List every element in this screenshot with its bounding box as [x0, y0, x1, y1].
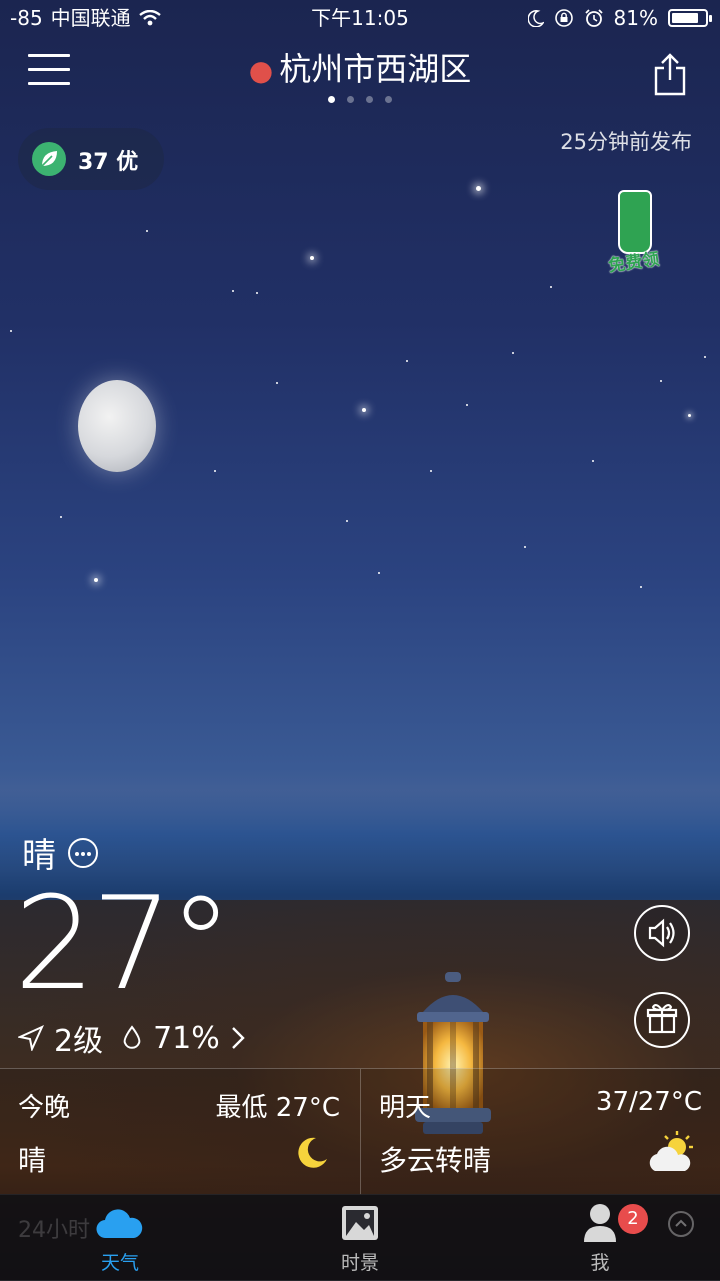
share-button[interactable]: [652, 52, 688, 96]
wind-direction-icon: [18, 1025, 44, 1051]
voice-broadcast-button[interactable]: [634, 905, 690, 961]
tab-weather[interactable]: 天气: [60, 1194, 180, 1280]
city-name: 杭州市西湖区: [279, 50, 472, 88]
promo-label: 免费领: [607, 249, 661, 277]
forecast-panel[interactable]: 今晚 最低 27°C 晴 明天 37/27°C 多云转晴: [0, 1068, 720, 1195]
location-title[interactable]: ● 杭州市西湖区: [0, 44, 720, 90]
comment-icon[interactable]: [68, 837, 98, 868]
orientation-lock-icon: [554, 9, 573, 27]
notification-badge: 2: [618, 1204, 648, 1234]
tonight-desc: 晴: [18, 1144, 47, 1177]
location-pin-icon: ●: [248, 54, 274, 87]
gift-button[interactable]: [634, 992, 690, 1048]
air-quality-badge[interactable]: 37 优: [18, 128, 164, 190]
humidity-drop-icon: [123, 1025, 141, 1049]
expand-up-button[interactable]: [668, 1211, 694, 1237]
user-icon: [584, 1204, 616, 1242]
moon: [78, 380, 156, 472]
promo-free-drink[interactable]: 免费领: [607, 182, 672, 282]
page-dot: [385, 96, 392, 103]
tab-scenery[interactable]: 时景: [300, 1194, 420, 1280]
tomorrow-temp: 37/27°C: [595, 1087, 702, 1117]
forecast-tonight[interactable]: 今晚 最低 27°C 晴: [0, 1069, 360, 1195]
tab-weather-label: 天气: [100, 1252, 139, 1274]
publish-time: 25分钟前发布: [560, 130, 692, 154]
chevron-right-icon: [231, 1027, 245, 1049]
leaf-icon: [32, 142, 66, 176]
moon-icon: [298, 1137, 327, 1168]
page-dot: [328, 96, 335, 103]
chevron-up-icon: [675, 1219, 687, 1227]
tab-me-label: 我: [590, 1252, 610, 1274]
wind-level: 2级: [54, 1024, 104, 1059]
partly-cloudy-icon: [649, 1131, 693, 1171]
wind-humidity-row[interactable]: 2级 71%: [18, 1016, 246, 1060]
speaker-icon: [648, 918, 675, 948]
battery-percent: 81%: [613, 6, 658, 30]
tab-scenery-label: 时景: [340, 1252, 379, 1274]
humidity-value: 71%: [153, 1020, 220, 1056]
page-dot: [366, 96, 373, 103]
gift-icon: [646, 1004, 678, 1034]
battery-icon: [668, 9, 712, 27]
do-not-disturb-icon: [527, 10, 544, 27]
drink-cup-icon: [618, 190, 652, 254]
page-dot: [347, 96, 354, 103]
tonight-temp: 最低 27°C: [215, 1093, 340, 1123]
forecast-tomorrow[interactable]: 明天 37/27°C 多云转晴: [361, 1069, 720, 1195]
tomorrow-label: 明天: [379, 1093, 432, 1123]
page-indicator: [0, 88, 720, 107]
photo-icon: [342, 1206, 378, 1240]
tonight-label: 今晚: [18, 1093, 71, 1123]
aqi-value: 37 优: [78, 150, 139, 175]
cloud-icon: [96, 1209, 143, 1239]
status-bar: -85 中国联通 下午11:05 81%: [0, 0, 720, 36]
current-temperature: 27°: [14, 870, 233, 1019]
alarm-icon: [584, 9, 603, 27]
tomorrow-desc: 多云转晴: [379, 1144, 492, 1177]
